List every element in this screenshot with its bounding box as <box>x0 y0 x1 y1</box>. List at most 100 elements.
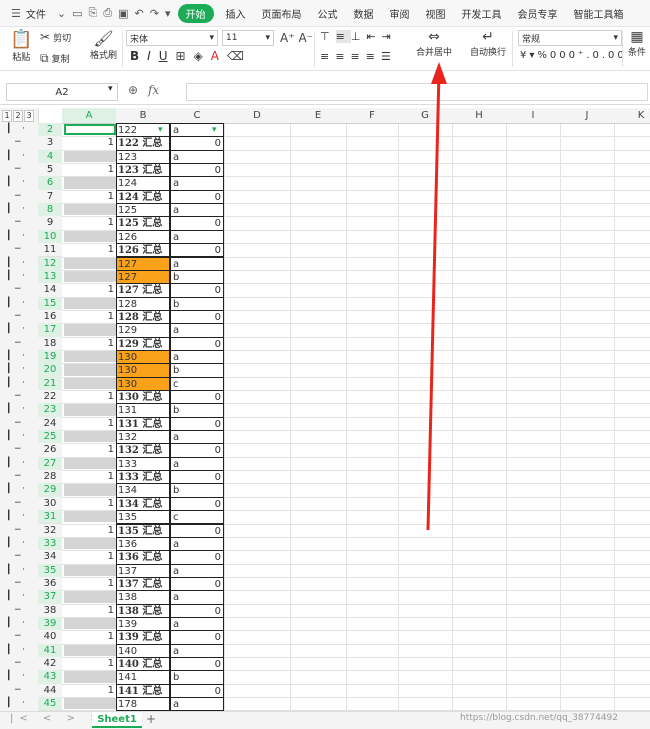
row-header[interactable]: 39 <box>38 616 62 632</box>
cell-a[interactable]: 1 <box>62 283 116 296</box>
cell-c[interactable]: a <box>170 256 224 271</box>
cell-b[interactable]: 132 <box>116 430 170 445</box>
outline-level-1[interactable]: 1 <box>2 110 12 122</box>
row-header[interactable]: 12 <box>38 256 62 271</box>
cut-button[interactable]: 剪切 <box>53 31 71 44</box>
font-name-select[interactable]: 宋体 ▾ <box>126 30 218 46</box>
cell-a[interactable] <box>64 257 116 269</box>
cell-a[interactable] <box>64 564 116 576</box>
row-header[interactable]: 32 <box>38 523 62 538</box>
menu-tab-5[interactable]: 审阅 <box>382 6 418 21</box>
cell-b[interactable]: 134 <box>116 483 170 498</box>
comma-icon[interactable]: 000 <box>550 50 578 61</box>
cell-b[interactable]: 127 <box>116 256 170 271</box>
row-header[interactable]: 11 <box>38 243 62 258</box>
cell-b[interactable]: 138 汇总 <box>116 603 170 618</box>
row-header[interactable]: 23 <box>38 403 62 418</box>
row-header[interactable]: 19 <box>38 349 62 365</box>
collapse-group-icon[interactable]: − <box>14 444 22 454</box>
cell-b[interactable]: 137 <box>116 563 170 578</box>
cell-b[interactable]: 130 <box>116 349 170 365</box>
collapse-group-icon[interactable]: − <box>14 498 22 508</box>
cell-c[interactable]: a <box>170 456 224 472</box>
scissors-icon[interactable]: ✂ <box>40 30 50 44</box>
chevron-down-icon[interactable]: ▾ <box>108 84 113 94</box>
distributed-icon[interactable]: ☰ <box>381 50 397 63</box>
column-header-A[interactable]: A <box>62 108 117 124</box>
collapse-group-icon[interactable]: − <box>14 284 22 294</box>
customize-icon[interactable]: ▾ <box>165 7 171 20</box>
menu-tab-9[interactable]: 智能工具箱 <box>566 6 632 21</box>
cell-a[interactable]: 1 <box>62 524 116 537</box>
menu-tab-0[interactable]: 开始 <box>177 3 214 23</box>
cell-b[interactable]: 128 <box>116 296 170 311</box>
cell-b[interactable]: 135 <box>116 510 170 525</box>
cell-b[interactable]: 138 <box>116 590 170 605</box>
cell-b[interactable]: 136 汇总 <box>116 550 170 565</box>
cell-c[interactable]: c <box>170 376 224 391</box>
filter-dropdown-icon[interactable]: ▾ <box>158 124 168 137</box>
cell-b[interactable]: 140 <box>116 643 170 658</box>
row-header[interactable]: 6 <box>38 176 62 191</box>
collapse-group-icon[interactable]: − <box>14 658 22 668</box>
align-right-icon[interactable]: ≡ <box>350 50 365 63</box>
collapse-group-icon[interactable]: − <box>14 471 22 481</box>
cell-b[interactable]: 127 <box>116 269 170 285</box>
row-header[interactable]: 17 <box>38 323 62 338</box>
menu-tab-2[interactable]: 页面布局 <box>254 6 310 21</box>
formula-input[interactable] <box>186 83 648 101</box>
cell-a[interactable]: 1 <box>62 657 116 670</box>
sheet-tab-sheet1[interactable]: Sheet1 <box>92 712 142 728</box>
cell-c[interactable]: 0 <box>170 523 224 538</box>
menu-tab-4[interactable]: 数据 <box>346 6 382 21</box>
menu-tab-3[interactable]: 公式 <box>310 6 346 21</box>
cell-b[interactable]: 130 汇总 <box>116 390 170 405</box>
underline-button[interactable]: U <box>159 49 168 63</box>
cell-c[interactable]: 0 <box>170 283 224 298</box>
bold-button[interactable]: B <box>130 49 139 63</box>
cell-c[interactable]: a <box>170 616 224 632</box>
brush-icon[interactable]: 🖌 <box>93 29 113 48</box>
cell-a[interactable]: 1 <box>62 216 116 229</box>
align-bottom-icon[interactable]: ⊥ <box>351 30 367 43</box>
indent-decrease-icon[interactable]: ⇤ <box>366 30 381 43</box>
font-shrink-icon[interactable]: A⁻ <box>299 31 314 45</box>
row-header[interactable]: 9 <box>38 216 62 231</box>
cell-b[interactable]: 129 汇总 <box>116 336 170 351</box>
save-icon[interactable]: ▭ <box>72 7 82 20</box>
collapse-group-icon[interactable]: − <box>14 685 22 695</box>
outline-level-2[interactable]: 2 <box>13 110 23 122</box>
column-header-J[interactable]: J <box>560 108 615 124</box>
cell-b[interactable]: 178 <box>116 697 170 711</box>
row-header[interactable]: 2 <box>38 123 62 138</box>
row-header[interactable]: 29 <box>38 483 62 498</box>
row-header[interactable]: 26 <box>38 443 62 458</box>
collapse-group-icon[interactable]: − <box>14 137 22 147</box>
cell-b[interactable]: 133 汇总 <box>116 470 170 485</box>
align-middle-icon[interactable]: ≡ <box>335 30 351 43</box>
cell-c[interactable]: 0 <box>170 576 224 592</box>
add-sheet-icon[interactable]: + <box>146 712 156 726</box>
cell-a[interactable] <box>64 698 116 710</box>
cell-b[interactable]: 133 <box>116 456 170 472</box>
cell-c[interactable]: 0 <box>170 683 224 699</box>
cell-c[interactable]: 0 <box>170 657 224 672</box>
row-header[interactable]: 41 <box>38 643 62 658</box>
cell-c[interactable]: b <box>170 483 224 498</box>
menu-tab-7[interactable]: 开发工具 <box>454 6 510 21</box>
cell-b[interactable]: 131 <box>116 403 170 418</box>
align-center-icon[interactable]: ≡ <box>335 50 350 63</box>
collapse-group-icon[interactable]: − <box>14 244 22 254</box>
cell-b[interactable]: 137 汇总 <box>116 576 170 592</box>
cell-a[interactable] <box>64 230 116 243</box>
cell-c[interactable]: 0 <box>170 189 224 205</box>
row-header[interactable]: 4 <box>38 149 62 165</box>
column-header-G[interactable]: G <box>398 108 453 124</box>
function-button[interactable]: fx <box>148 83 159 97</box>
cell-a[interactable] <box>64 404 116 416</box>
cell-c[interactable]: a <box>170 176 224 191</box>
row-header[interactable]: 45 <box>38 697 62 711</box>
redo-icon[interactable]: ↷ <box>150 7 159 20</box>
cell-b[interactable]: 129 <box>116 323 170 338</box>
wrap-text-button[interactable]: 自动换行 <box>470 45 506 58</box>
